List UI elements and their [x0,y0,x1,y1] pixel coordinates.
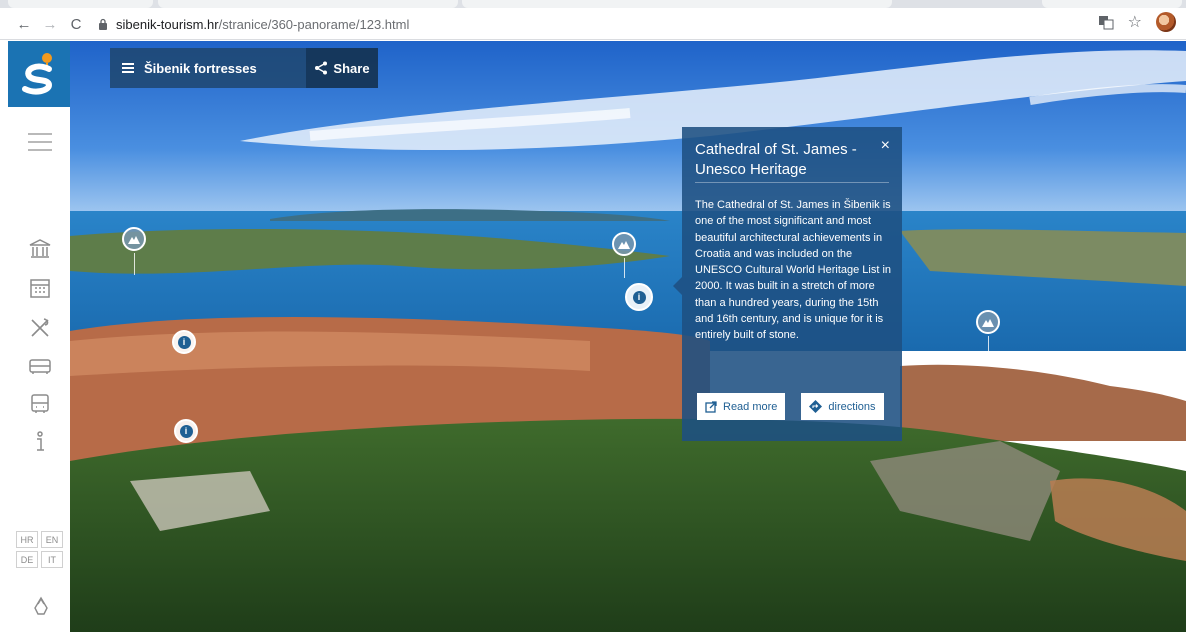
site-logo[interactable] [8,41,70,107]
hotspot-line [134,253,135,275]
bus-icon[interactable] [28,392,52,416]
share-icon [315,61,328,75]
share-label: Share [333,60,370,76]
info-panel-pointer [673,277,682,295]
hotspot-line [988,336,989,358]
info-icon[interactable] [28,430,52,454]
logo-icon [22,53,53,95]
tab-strip [0,0,1186,8]
landmark-hotspot[interactable] [122,227,146,251]
hotspot-info-panel: Cathedral of St. James - Unesco Heritage… [673,127,902,441]
info-hotspot-active[interactable]: i [625,283,653,311]
browser-tab[interactable] [8,0,153,8]
forward-icon[interactable]: → [38,12,62,36]
car-icon[interactable] [28,354,52,378]
back-icon[interactable]: ← [12,12,36,36]
info-dot-icon: i [632,290,646,304]
browser-tab[interactable] [158,0,458,8]
bookmark-star-icon[interactable]: ☆ [1128,12,1142,32]
close-icon[interactable]: × [881,137,890,155]
lang-de[interactable]: DE [16,551,38,568]
info-hotspot[interactable]: i [172,330,196,354]
panorama-viewer[interactable]: Šibenik fortresses Share i i i Cathedral… [70,41,1186,632]
panorama-menu-button[interactable]: Šibenik fortresses [110,48,306,88]
url-host: sibenik-tourism.hr [116,16,219,32]
museum-icon[interactable] [28,237,52,261]
lang-en[interactable]: EN [41,531,63,548]
directions-button[interactable]: directions [801,393,884,420]
directions-icon [809,400,823,413]
mountain-icon [618,241,630,249]
info-description: The Cathedral of St. James in Šibenik is… [695,199,892,342]
recycle-icon[interactable] [31,596,51,616]
browser-toolbar: ← → C sibenik-tourism.hr/stranice/360-pa… [0,8,1186,40]
panorama-topbar: Šibenik fortresses Share [110,48,378,88]
reload-icon[interactable]: C [64,12,88,36]
directions-label: directions [828,400,876,413]
browser-tab[interactable] [462,0,892,8]
panorama-menu-label: Šibenik fortresses [144,60,257,76]
landmark-hotspot[interactable] [976,310,1000,334]
hotspot-line [624,258,625,278]
sidebar-menu-button[interactable] [28,133,52,157]
lang-hr[interactable]: HR [16,531,38,548]
lang-it[interactable]: IT [41,551,63,568]
landmark-hotspot[interactable] [612,232,636,256]
share-button[interactable]: Share [306,48,378,88]
info-dot-icon: i [177,335,191,349]
info-hotspot[interactable]: i [174,419,198,443]
read-more-label: Read more [723,400,778,413]
browser-tab[interactable] [1042,0,1182,8]
restaurant-icon[interactable] [28,316,52,340]
sidebar: HR EN DE IT [0,41,70,632]
lock-icon [99,18,107,30]
menu-icon [122,61,134,75]
mountain-icon [982,319,994,327]
language-switcher: HR EN DE IT [16,531,64,568]
address-bar[interactable]: sibenik-tourism.hr/stranice/360-panorame… [98,11,1098,37]
external-link-icon [705,400,717,413]
info-title: Cathedral of St. James - Unesco Heritage [695,141,857,178]
divider [695,182,889,183]
panorama-image [70,41,1186,632]
info-dot-icon: i [179,424,193,438]
url-path: /stranice/360-panorame/123.html [218,16,410,32]
mountain-icon [128,236,140,244]
read-more-button[interactable]: Read more [697,393,786,420]
avatar[interactable] [1156,12,1176,32]
calendar-icon[interactable] [28,276,52,300]
translate-icon[interactable] [1098,14,1114,30]
